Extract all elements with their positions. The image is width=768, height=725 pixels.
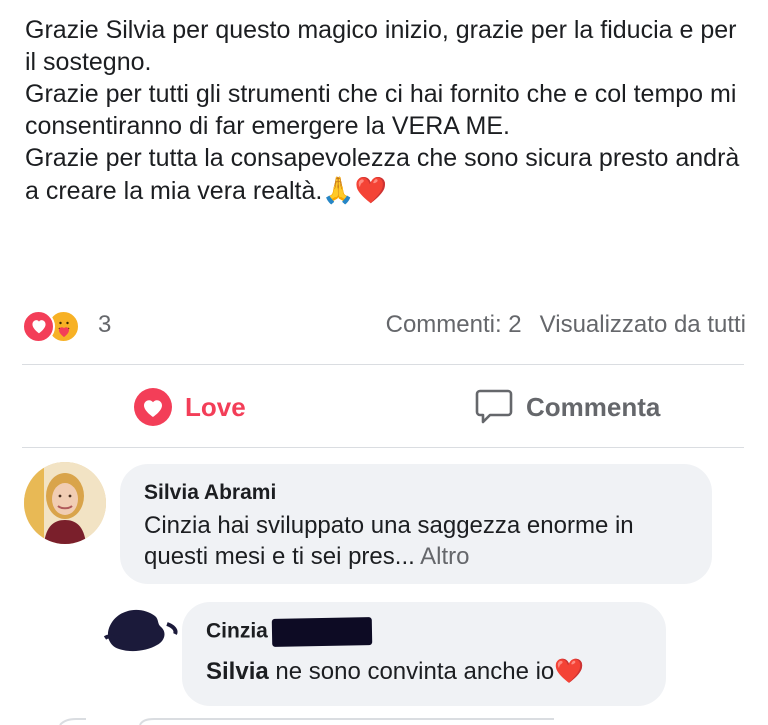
reactions-summary: 3 Commenti: 2 Visualizzato da tutti xyxy=(22,309,746,343)
divider-top xyxy=(22,364,744,365)
mention-tag[interactable]: Silvia xyxy=(206,658,269,685)
reaction-icons[interactable] xyxy=(22,309,80,343)
love-button[interactable]: Love xyxy=(133,385,246,429)
reply-body: ne sono convinta anche io xyxy=(268,658,555,685)
comment-bubble[interactable]: Silvia Abrami Cinzia hai sviluppato una … xyxy=(120,464,712,584)
pray-heart-emoji: 🙏❤️ xyxy=(322,175,388,205)
comment-text: Cinzia hai sviluppato una saggezza enorm… xyxy=(144,510,688,572)
heart-emoji: ❤️ xyxy=(554,658,585,685)
post-paragraph-3: Grazie per tutta la consapevolezza che s… xyxy=(25,142,745,207)
divider-bottom xyxy=(22,447,744,448)
post-paragraph-1: Grazie Silvia per questo magico inizio, … xyxy=(25,16,737,76)
love-reaction-icon xyxy=(22,309,55,343)
comment-icon xyxy=(474,388,514,426)
reply-bubble[interactable]: Cinzia Silvia ne sono convinta anche io❤… xyxy=(182,602,666,706)
reply-text: Silvia ne sono convinta anche io❤️ xyxy=(206,656,642,687)
avatar[interactable] xyxy=(24,462,106,544)
heart-icon xyxy=(133,387,173,427)
post-paragraph-2: Grazie per tutti gli strumenti che ci ha… xyxy=(25,80,737,140)
comment-button[interactable]: Commenta xyxy=(474,385,660,429)
love-label: Love xyxy=(185,391,246,422)
see-more-link[interactable]: Altro xyxy=(420,543,469,570)
comment-author[interactable]: Silvia Abrami xyxy=(144,480,688,506)
post-meta: Commenti: 2 Visualizzato da tutti xyxy=(386,311,746,339)
reaction-count[interactable]: 3 xyxy=(98,311,111,339)
next-comment-edge xyxy=(59,718,554,725)
reply-author-name: Cinzia xyxy=(206,619,268,643)
comment-body: Cinzia hai sviluppato una saggezza enorm… xyxy=(144,512,634,570)
comment-label: Commenta xyxy=(526,391,661,422)
avatar-redacted[interactable] xyxy=(103,600,185,670)
post-body: Grazie Silvia per questo magico inizio, … xyxy=(25,14,745,207)
seen-by-all[interactable]: Visualizzato da tutti xyxy=(540,311,746,338)
comments-count[interactable]: Commenti: 2 xyxy=(386,311,522,338)
reply-author[interactable]: Cinzia xyxy=(206,617,642,647)
redaction-mark xyxy=(271,617,373,647)
